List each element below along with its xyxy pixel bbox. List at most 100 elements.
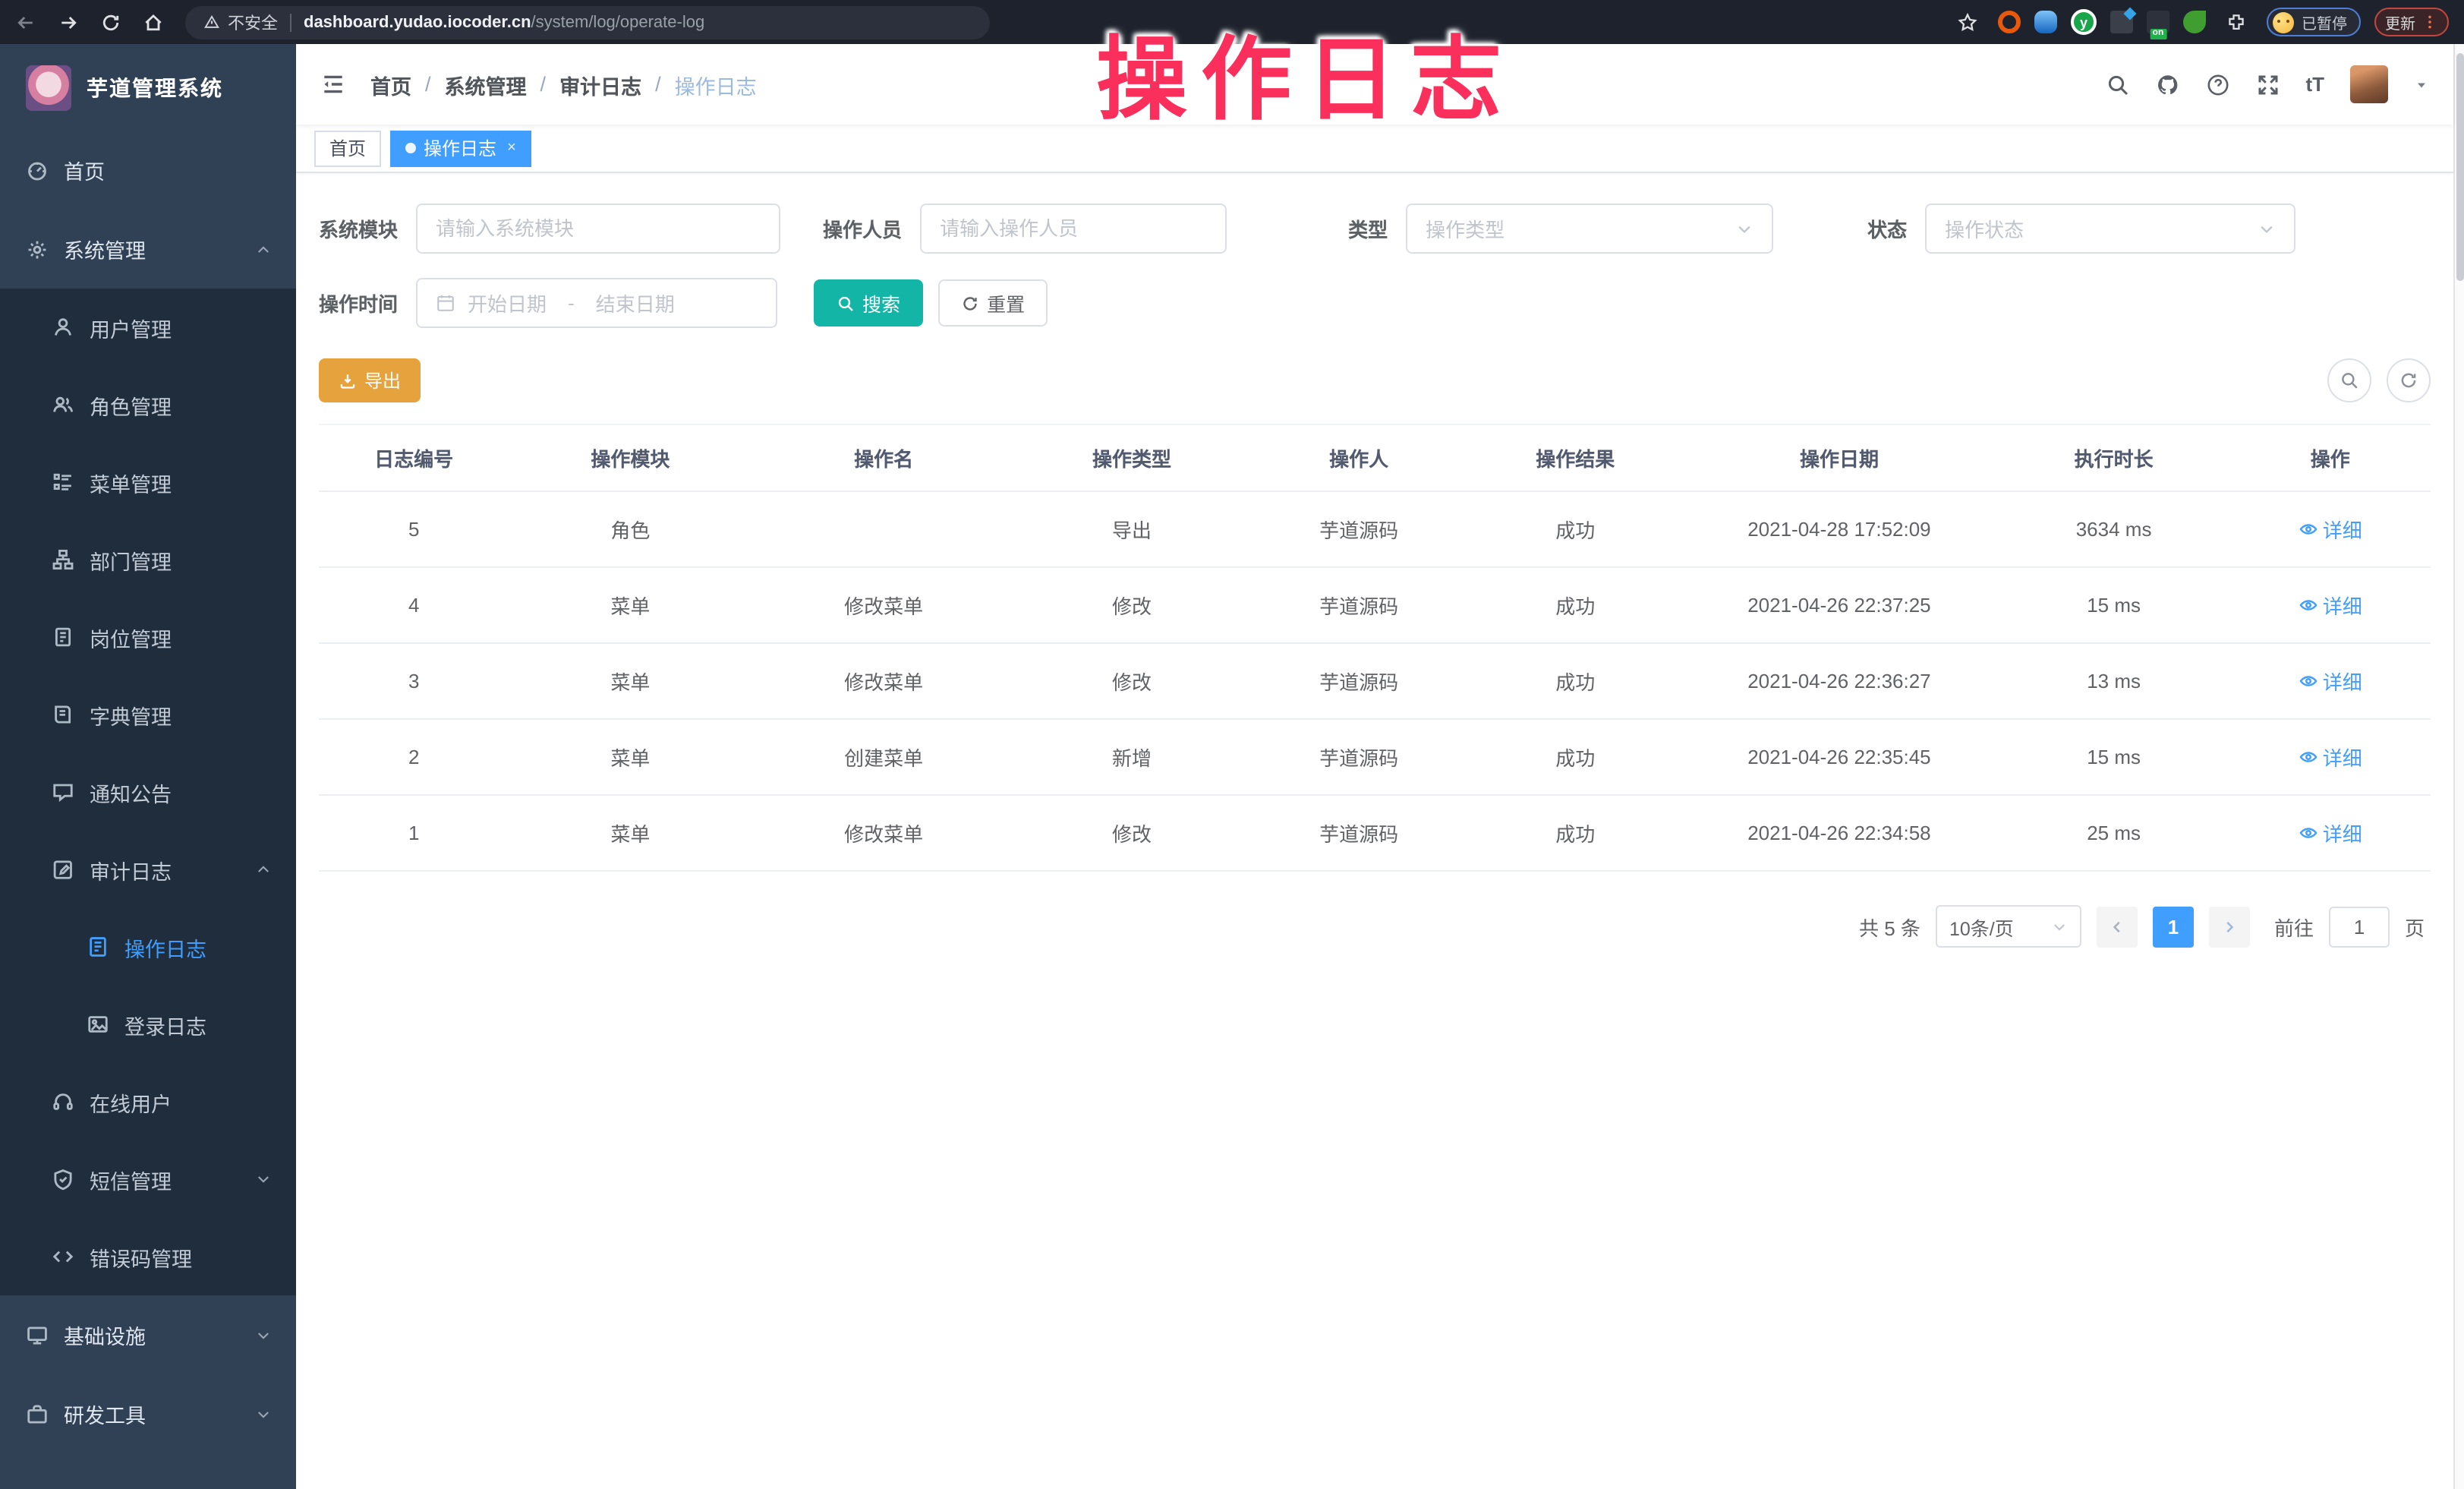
table-cell: 芋道源码 [1248, 719, 1470, 795]
operator-input[interactable] [940, 217, 1207, 240]
table-cell: 25 ms [1998, 795, 2230, 871]
sidebar-item-label: 角色管理 [90, 390, 172, 420]
show-search-button[interactable] [2327, 358, 2371, 402]
sidebar-item-label: 通知公告 [90, 777, 172, 807]
sidebar-item-菜单管理[interactable]: 菜单管理 [0, 443, 296, 521]
prev-page-button[interactable] [2097, 906, 2138, 947]
extension-blue-icon[interactable] [2034, 11, 2057, 33]
tag-操作日志[interactable]: 操作日志× [390, 130, 531, 166]
sidebar-item-短信管理[interactable]: 短信管理 [0, 1140, 296, 1218]
range-separator: - [568, 292, 575, 314]
chevron-up-icon [255, 861, 272, 878]
page-unit-label: 页 [2405, 912, 2425, 941]
date-range-picker[interactable]: 开始日期 - 结束日期 [416, 278, 777, 328]
chevron-down-icon [2258, 219, 2276, 238]
extension-green-y-icon[interactable]: y [2071, 9, 2097, 35]
scrollbar-thumb[interactable] [2456, 53, 2464, 281]
bookmark-star-icon[interactable] [1951, 5, 1984, 39]
sidebar-item-研发工具[interactable]: 研发工具 [0, 1374, 296, 1453]
sidebar-item-登录日志[interactable]: 登录日志 [0, 986, 296, 1063]
app-logo [26, 65, 71, 110]
sidebar-item-部门管理[interactable]: 部门管理 [0, 521, 296, 598]
photo-icon [87, 1013, 109, 1036]
browser-home-icon[interactable] [137, 5, 170, 39]
export-button[interactable]: 导出 [319, 358, 421, 402]
page-number-1[interactable]: 1 [2153, 906, 2194, 947]
extensions-puzzle-icon[interactable] [2220, 5, 2253, 39]
sidebar-item-通知公告[interactable]: 通知公告 [0, 753, 296, 831]
browser-menu-icon[interactable] [2421, 14, 2438, 30]
search-button[interactable]: 搜索 [814, 279, 923, 327]
detail-link[interactable]: 详细 [2299, 819, 2362, 847]
app-logo-row[interactable]: 芋道管理系统 [0, 44, 296, 131]
sidebar-item-用户管理[interactable]: 用户管理 [0, 289, 296, 366]
download-icon [339, 371, 357, 390]
sidebar-item-基础设施[interactable]: 基础设施 [0, 1295, 296, 1374]
breadcrumb-item[interactable]: 首页 [370, 69, 411, 99]
browser-back-icon[interactable] [9, 5, 43, 39]
github-icon[interactable] [2155, 72, 2179, 96]
tag-close-icon[interactable]: × [507, 140, 516, 156]
sidebar-item-字典管理[interactable]: 字典管理 [0, 676, 296, 753]
avatar-caret-down-icon[interactable] [2414, 77, 2429, 92]
search-icon [837, 294, 855, 312]
extension-grid-icon[interactable] [2110, 11, 2133, 33]
monitor-icon [26, 1323, 49, 1346]
browser-refresh-icon[interactable] [94, 5, 128, 39]
table-cell: 菜单 [509, 719, 751, 795]
page-size-select[interactable]: 10条/页 [1936, 905, 2081, 948]
reset-button[interactable]: 重置 [938, 279, 1048, 327]
sidebar-item-审计日志[interactable]: 审计日志 [0, 831, 296, 908]
address-bar[interactable]: 不安全 dashboard.yudao.iocoder.cn /system/l… [185, 5, 990, 39]
profile-paused-pill[interactable]: 已暂停 [2267, 8, 2361, 36]
url-path: /system/log/operate-log [531, 13, 705, 31]
type-select[interactable]: 操作类型 [1406, 203, 1773, 254]
sidebar-item-角色管理[interactable]: 角色管理 [0, 366, 296, 443]
breadcrumb-item[interactable]: 系统管理 [445, 69, 527, 99]
table-cell: 2021-04-26 22:34:58 [1681, 795, 1997, 871]
extension-on-icon[interactable]: on [2147, 11, 2169, 33]
sidebar-item-label: 用户管理 [90, 312, 172, 342]
tag-首页[interactable]: 首页 [314, 130, 381, 166]
sidebar-item-label: 字典管理 [90, 699, 172, 730]
menu-fold-icon[interactable] [320, 71, 346, 97]
detail-link-label: 详细 [2323, 591, 2362, 620]
next-page-button[interactable] [2209, 906, 2250, 947]
tag-active-dot [405, 143, 416, 153]
font-size-icon[interactable]: tT [2305, 73, 2324, 96]
filter-row-2: 操作时间 开始日期 - 结束日期 搜索 重置 [319, 278, 2431, 328]
table-cell: 详细 [2230, 567, 2431, 643]
sidebar-item-在线用户[interactable]: 在线用户 [0, 1063, 296, 1140]
detail-link[interactable]: 详细 [2299, 515, 2362, 544]
scrollbar[interactable] [2453, 44, 2464, 1489]
refresh-table-button[interactable] [2387, 358, 2431, 402]
sidebar-item-错误码管理[interactable]: 错误码管理 [0, 1218, 296, 1295]
extension-orange-icon[interactable] [1998, 11, 2021, 33]
status-select[interactable]: 操作状态 [1925, 203, 2295, 254]
user-avatar[interactable] [2350, 65, 2388, 103]
sidebar-item-岗位管理[interactable]: 岗位管理 [0, 598, 296, 676]
sitemap-icon [52, 548, 74, 571]
module-input[interactable] [436, 217, 761, 240]
goto-label: 前往 [2274, 912, 2314, 941]
detail-link[interactable]: 详细 [2299, 667, 2362, 696]
sidebar-item-首页[interactable]: 首页 [0, 131, 296, 210]
time-label: 操作时间 [319, 289, 398, 317]
table-cell: 新增 [1016, 719, 1248, 795]
sidebar-item-系统管理[interactable]: 系统管理 [0, 210, 296, 289]
detail-link[interactable]: 详细 [2299, 743, 2362, 771]
sidebar-item-操作日志[interactable]: 操作日志 [0, 908, 296, 986]
extension-leaf-icon[interactable] [2183, 11, 2206, 33]
filter-row-1: 系统模块 操作人员 类型 操作类型 状态 操作状态 [319, 203, 2431, 254]
fullscreen-icon[interactable] [2255, 72, 2280, 96]
sidebar-item-label: 部门管理 [90, 544, 172, 575]
help-icon[interactable] [2205, 72, 2229, 96]
browser-forward-icon[interactable] [52, 5, 85, 39]
search-icon[interactable] [2105, 72, 2129, 96]
browser-update-button[interactable]: 更新 [2374, 8, 2449, 36]
goto-page-input[interactable] [2329, 906, 2390, 947]
headset-icon [52, 1090, 74, 1113]
breadcrumb-item[interactable]: 审计日志 [559, 69, 641, 99]
table-toolbar: 导出 [319, 358, 2431, 402]
detail-link[interactable]: 详细 [2299, 591, 2362, 620]
